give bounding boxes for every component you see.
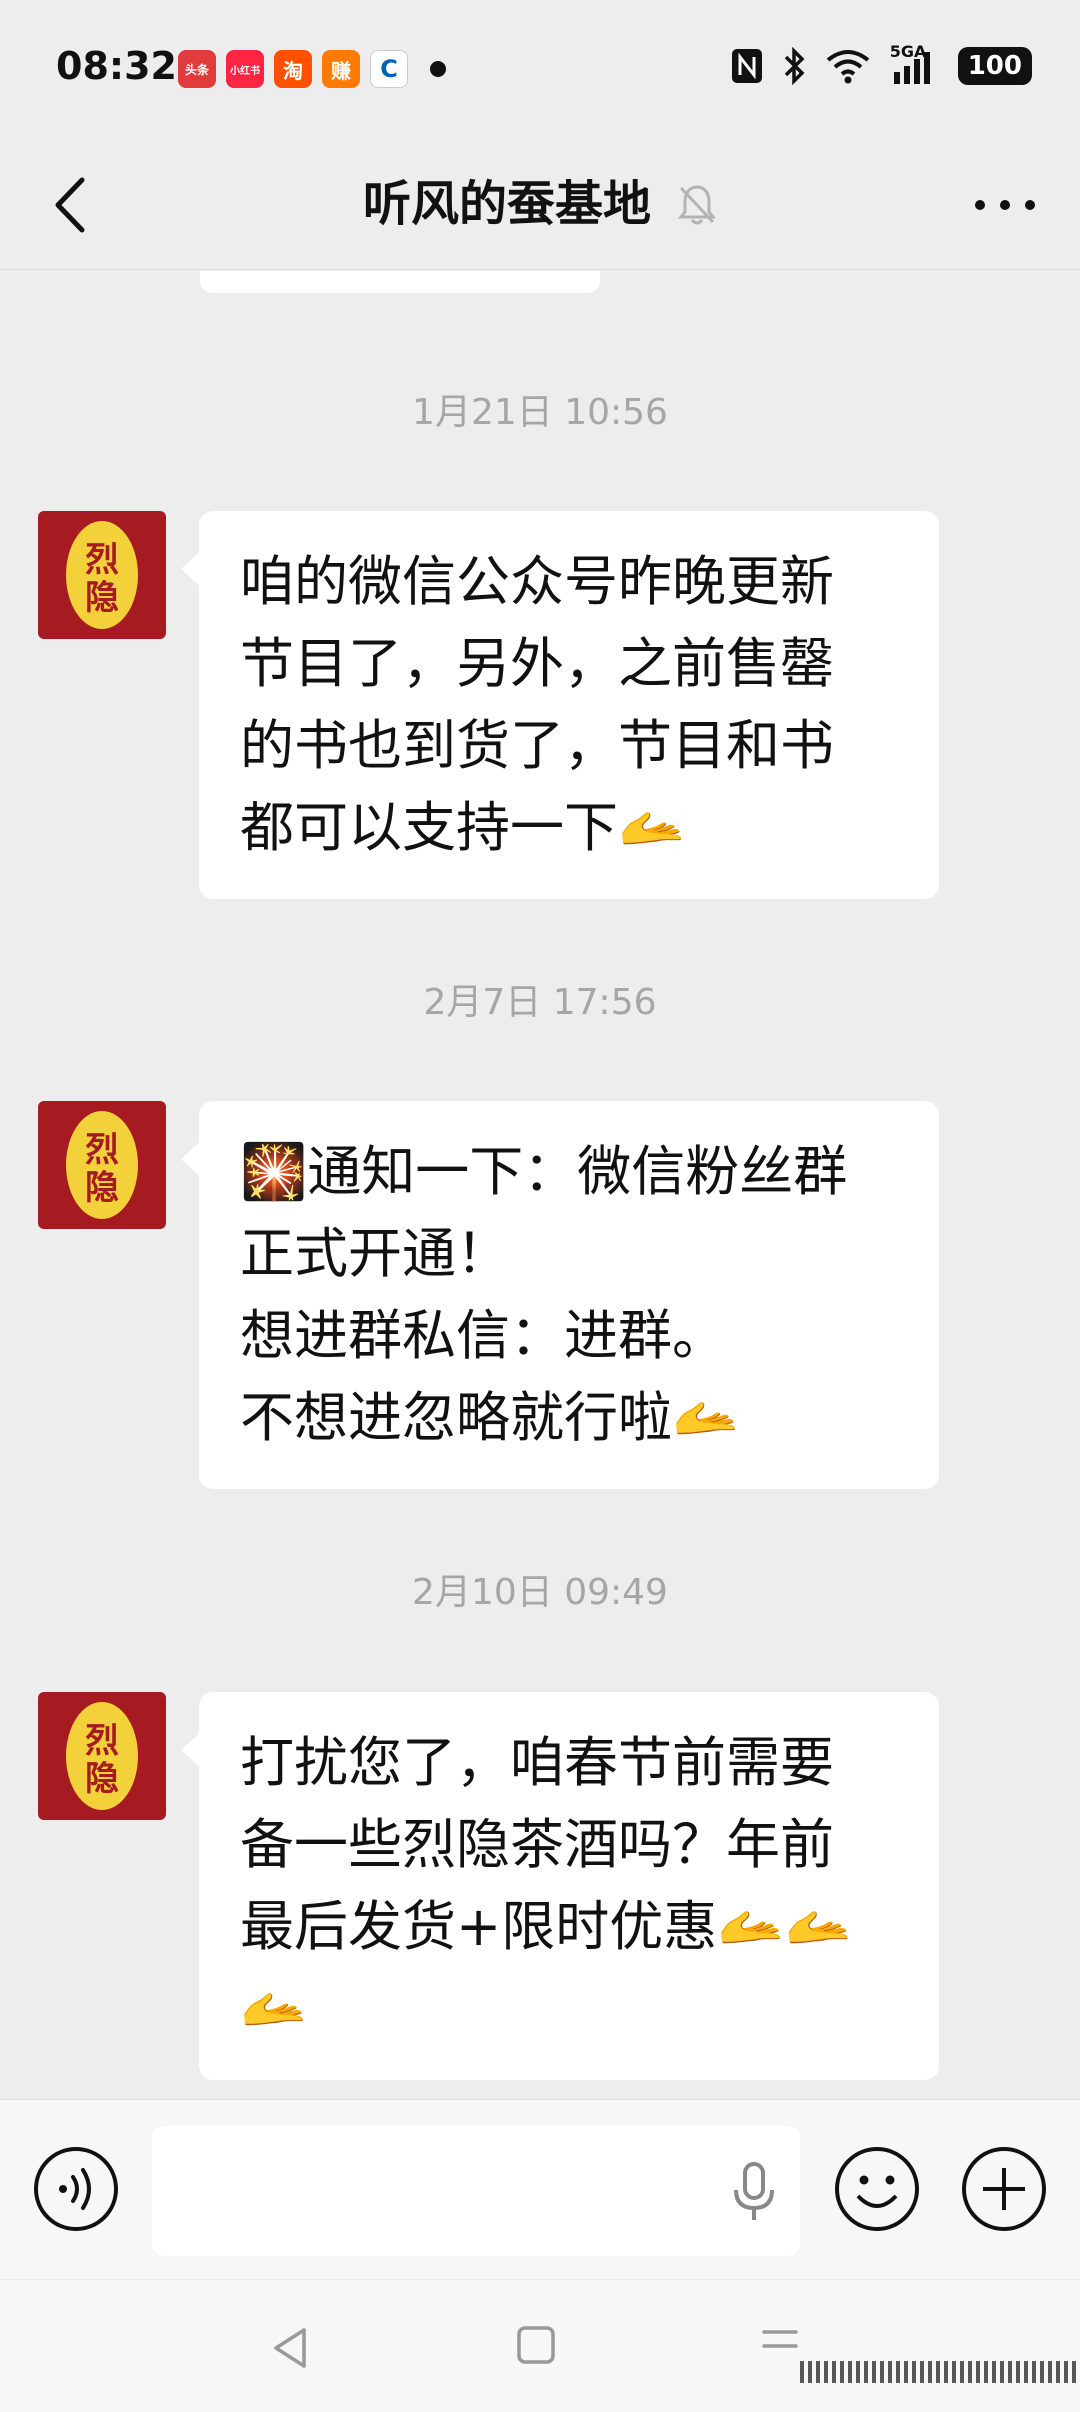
xiaohongshu-app-icon: 小红书 [226, 50, 264, 88]
emoji-button[interactable] [834, 2146, 920, 2232]
chat-title-bar: 听风的蚕基地 [0, 164, 1080, 244]
bank-app-icon: C [370, 50, 408, 88]
more-actions-button[interactable] [961, 2146, 1047, 2232]
wifi-icon [824, 46, 872, 86]
sender-avatar[interactable]: 烈 隐 [38, 1101, 166, 1229]
bell-off-icon [677, 185, 717, 225]
message-text-field[interactable] [152, 2126, 800, 2256]
svg-text:烈: 烈 [85, 1130, 119, 1170]
smiley-face-icon [835, 2147, 919, 2231]
triangle-back-icon [274, 2328, 306, 2368]
status-bar: 08:32 头条 小红书 淘 赚 C 5GA 100 [0, 0, 1080, 140]
network-type-label: 5GA [889, 42, 927, 61]
cellular-signal-icon: 5GA [890, 42, 940, 86]
lieyin-logo-avatar: 烈 隐 [66, 1111, 138, 1219]
nfc-icon [730, 46, 764, 86]
more-options-button[interactable] [970, 180, 1040, 230]
toutiao-app-icon: 头条 [178, 50, 216, 88]
svg-text:烈: 烈 [85, 1721, 119, 1761]
message-timestamp: 2月10日 09:49 [412, 1572, 668, 1613]
lieyin-logo-avatar: 烈 隐 [66, 521, 138, 629]
message-timestamp: 2月7日 17:56 [423, 982, 657, 1023]
system-navigation-bar [0, 2280, 1080, 2412]
voice-wave-icon [34, 2147, 118, 2231]
message-bubble[interactable]: 🎇通知一下：微信粉丝群 正式开通！ 想进群私信：进群。 不想进忽略就行啦🫴 [181, 1101, 939, 1489]
message-timestamp: 1月21日 10:56 [412, 392, 668, 433]
voice-input-button[interactable] [33, 2146, 119, 2232]
svg-text:隐: 隐 [85, 1168, 119, 1208]
battery-indicator: 100 [957, 47, 1032, 85]
screenshot-scroll-indicator [800, 2358, 1080, 2386]
message-bubble[interactable]: 咱的微信公众号昨晚更新 节目了，另外，之前售罄 的书也到货了，节目和书 都可以支… [181, 511, 939, 899]
sender-avatar[interactable]: 烈 隐 [38, 1692, 166, 1820]
chat-header: 听风的蚕基地 [0, 140, 1080, 270]
chat-message-list[interactable]: 1月21日 10:56 烈 隐 咱的微信公众号昨晚更新 节目了，另外，之前售罄 … [0, 271, 1080, 2099]
microphone-icon [734, 2162, 774, 2220]
more-dots-icon [975, 200, 1035, 210]
more-notifications-dot [430, 61, 446, 77]
taobao-app-icon: 淘 [274, 50, 312, 88]
svg-text:烈: 烈 [85, 540, 119, 580]
svg-text:隐: 隐 [85, 578, 119, 618]
plus-circle-icon [962, 2147, 1046, 2231]
message-input-bar [0, 2099, 1080, 2279]
status-time: 08:32 [56, 44, 177, 88]
bluetooth-icon [782, 46, 806, 86]
nav-home-button[interactable] [515, 2324, 557, 2366]
notification-icons: 头条 小红书 淘 赚 C [178, 50, 446, 88]
system-icons: 5GA 100 [730, 42, 1032, 86]
menu-lines-icon [762, 2330, 798, 2348]
lieyin-logo-avatar: 烈 隐 [66, 1702, 138, 1810]
chat-title: 听风的蚕基地 [362, 176, 651, 232]
nav-recent-apps-button[interactable] [758, 2322, 802, 2372]
microphone-button[interactable] [728, 2162, 780, 2222]
nav-back-button[interactable] [268, 2324, 312, 2372]
square-home-icon [517, 2326, 555, 2364]
sender-avatar[interactable]: 烈 隐 [38, 511, 166, 639]
svg-text:隐: 隐 [85, 1759, 119, 1799]
earn-app-icon: 赚 [322, 50, 360, 88]
message-bubble[interactable]: 打扰您了，咱春节前需要 备一些烈隐茶酒吗？年前 最后发货+限时优惠🫴🫴 🫴 [181, 1692, 939, 2080]
previous-message-bubble [200, 271, 600, 293]
